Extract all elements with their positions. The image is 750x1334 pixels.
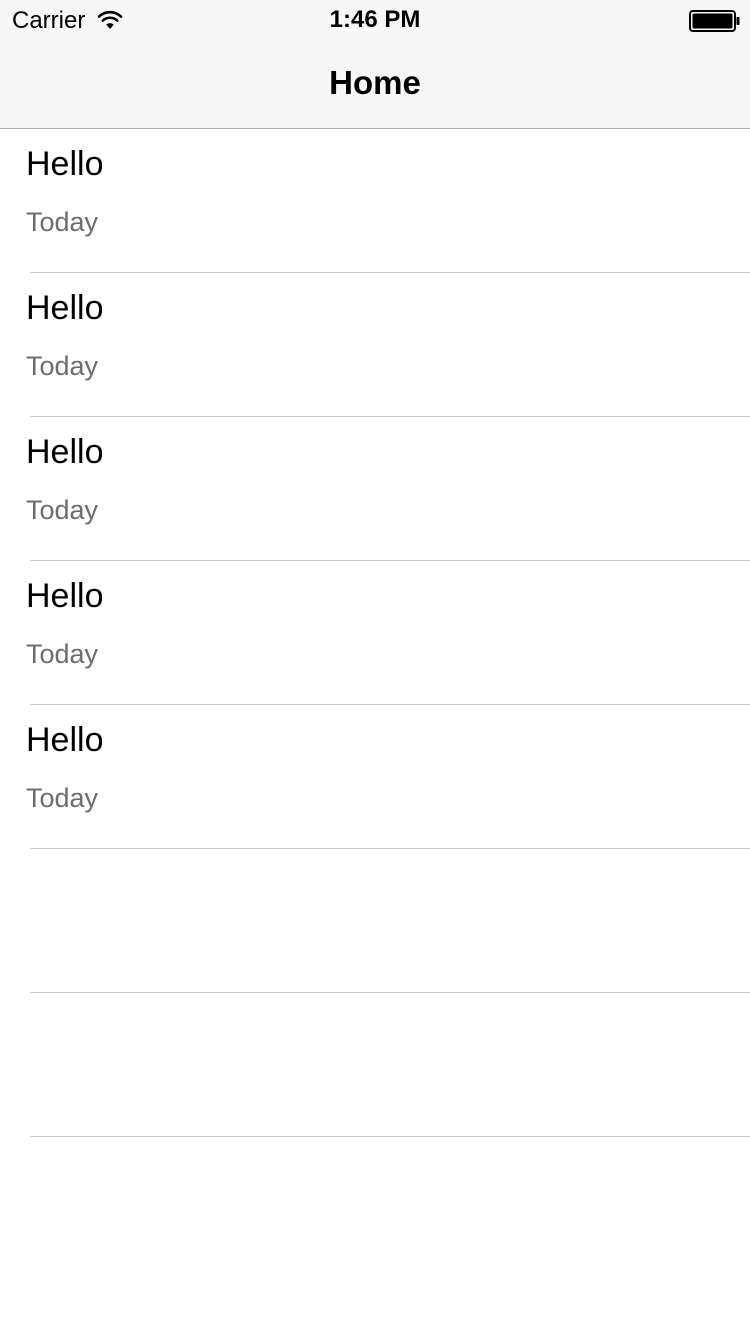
cell-title: Hello <box>26 289 104 327</box>
page-title: Home <box>329 64 421 101</box>
cell-subtitle: Today <box>26 783 99 813</box>
row-separator <box>30 1136 750 1137</box>
cell-title: Hello <box>26 433 104 471</box>
list-item[interactable]: Hello Today <box>0 273 750 417</box>
cell-title: Hello <box>26 145 104 183</box>
app-screen: Carrier 1:46 PM Home Hello Today Hello T… <box>0 0 750 1334</box>
top-bar: Carrier 1:46 PM Home <box>0 0 750 129</box>
empty-row <box>0 849 750 993</box>
list-item[interactable]: Hello Today <box>0 129 750 273</box>
list-item[interactable]: Hello Today <box>0 705 750 849</box>
cell-title: Hello <box>26 721 104 759</box>
cell-subtitle: Today <box>26 207 99 237</box>
status-time: 1:46 PM <box>329 6 421 33</box>
cell-subtitle: Today <box>26 639 99 669</box>
battery-icon <box>689 10 740 32</box>
cell-subtitle: Today <box>26 351 99 381</box>
cell-subtitle: Today <box>26 495 99 525</box>
empty-row <box>0 993 750 1137</box>
list-item[interactable]: Hello Today <box>0 561 750 705</box>
status-bar: Carrier 1:46 PM <box>0 0 750 40</box>
cell-title: Hello <box>26 577 104 615</box>
table-view[interactable]: Hello Today Hello Today Hello Today Hell… <box>0 129 750 1137</box>
list-item[interactable]: Hello Today <box>0 417 750 561</box>
